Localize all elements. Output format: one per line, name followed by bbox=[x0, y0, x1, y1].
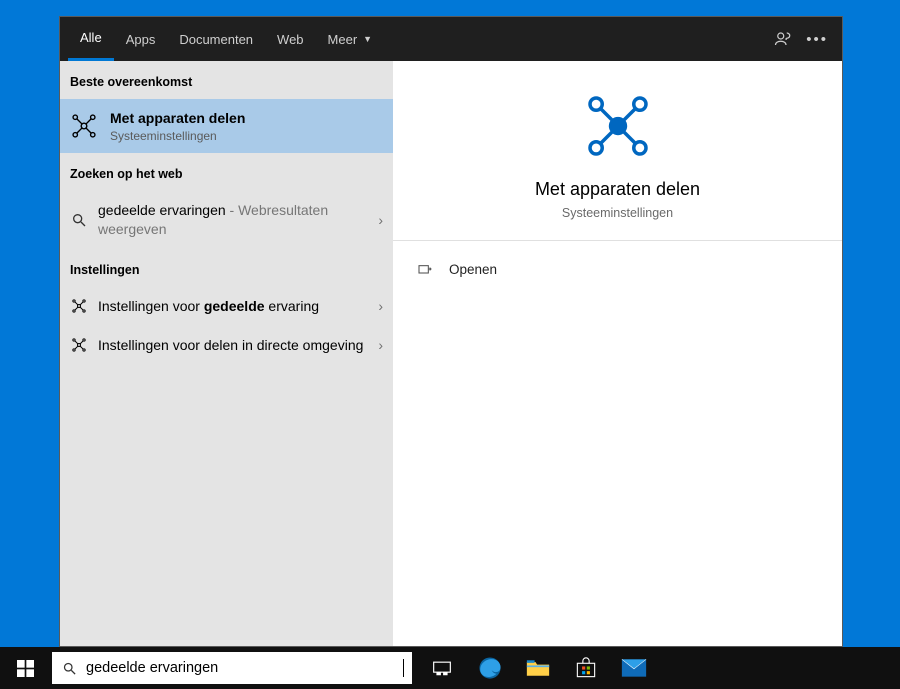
edge-icon bbox=[477, 655, 503, 681]
chevron-right-icon: › bbox=[372, 212, 383, 228]
result-preview-pane: Met apparaten delen Systeeminstellingen … bbox=[393, 61, 842, 646]
share-devices-icon bbox=[70, 112, 98, 140]
tab-apps-label: Apps bbox=[126, 32, 156, 47]
results-list: Beste overeenkomst Met apparaten delen S… bbox=[60, 61, 393, 646]
setting1-post: ervaring bbox=[265, 298, 319, 314]
store-icon bbox=[575, 657, 597, 679]
section-header-settings: Instellingen bbox=[60, 249, 393, 287]
web-search-query: gedeelde ervaringen bbox=[98, 202, 226, 218]
taskbar-search-box[interactable] bbox=[52, 652, 412, 684]
taskbar-search-input[interactable] bbox=[86, 660, 403, 676]
taskbar-file-explorer[interactable] bbox=[514, 647, 562, 689]
chevron-right-icon: › bbox=[372, 337, 383, 353]
taskbar-edge[interactable] bbox=[466, 647, 514, 689]
preview-title: Met apparaten delen bbox=[413, 179, 822, 200]
section-header-web: Zoeken op het web bbox=[60, 153, 393, 191]
best-match-subtitle: Systeeminstellingen bbox=[110, 129, 383, 143]
text-cursor bbox=[403, 659, 404, 677]
folder-icon bbox=[526, 658, 550, 678]
more-options-icon[interactable]: ••• bbox=[806, 31, 828, 48]
setting1-title: Instellingen voor gedeelde ervaring bbox=[98, 297, 372, 316]
tab-alle[interactable]: Alle bbox=[68, 17, 114, 61]
open-icon bbox=[417, 261, 437, 277]
preview-subtitle: Systeeminstellingen bbox=[413, 206, 822, 220]
setting1-pre: Instellingen voor bbox=[98, 298, 204, 314]
share-devices-icon bbox=[70, 336, 88, 354]
tab-meer-label: Meer bbox=[328, 32, 358, 47]
result-setting-shared-experience[interactable]: Instellingen voor gedeelde ervaring › bbox=[60, 287, 393, 326]
chevron-down-icon: ▼ bbox=[363, 34, 372, 44]
windows-logo-icon bbox=[17, 660, 34, 677]
tab-web[interactable]: Web bbox=[265, 17, 316, 61]
taskbar-mail[interactable] bbox=[610, 647, 658, 689]
result-web-search[interactable]: gedeelde ervaringen - Webresultaten weer… bbox=[60, 191, 393, 249]
start-search-panel: Alle Apps Documenten Web Meer ▼ ••• Best… bbox=[59, 16, 843, 647]
tab-documenten[interactable]: Documenten bbox=[167, 17, 265, 61]
section-header-best: Beste overeenkomst bbox=[60, 61, 393, 99]
start-button[interactable] bbox=[0, 647, 50, 689]
tab-meer[interactable]: Meer ▼ bbox=[316, 17, 385, 61]
result-setting-nearby-sharing[interactable]: Instellingen voor delen in directe omgev… bbox=[60, 326, 393, 365]
setting2-title: Instellingen voor delen in directe omgev… bbox=[98, 336, 372, 355]
feedback-icon[interactable] bbox=[774, 30, 792, 48]
tab-documenten-label: Documenten bbox=[179, 32, 253, 47]
search-icon bbox=[52, 661, 86, 676]
action-open-label: Openen bbox=[449, 262, 497, 277]
taskview-button[interactable] bbox=[418, 647, 466, 689]
share-devices-icon bbox=[70, 297, 88, 315]
tab-web-label: Web bbox=[277, 32, 304, 47]
search-scope-tabs: Alle Apps Documenten Web Meer ▼ ••• bbox=[60, 17, 842, 61]
web-search-title: gedeelde ervaringen - Webresultaten weer… bbox=[98, 201, 372, 239]
taskbar bbox=[0, 647, 900, 689]
taskview-icon bbox=[432, 659, 452, 677]
mail-icon bbox=[621, 658, 647, 678]
action-open[interactable]: Openen bbox=[417, 255, 818, 283]
tab-alle-label: Alle bbox=[80, 30, 102, 45]
search-icon bbox=[70, 211, 88, 229]
taskbar-store[interactable] bbox=[562, 647, 610, 689]
best-match-title: Met apparaten delen bbox=[110, 109, 383, 128]
setting1-bold: gedeelde bbox=[204, 298, 265, 314]
result-best-match[interactable]: Met apparaten delen Systeeminstellingen bbox=[60, 99, 393, 153]
chevron-right-icon: › bbox=[372, 298, 383, 314]
tab-apps[interactable]: Apps bbox=[114, 17, 168, 61]
share-devices-icon bbox=[583, 91, 653, 161]
